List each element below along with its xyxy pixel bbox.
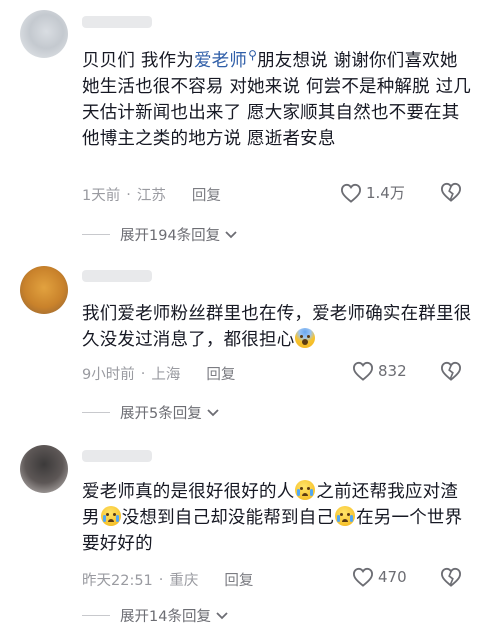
comment-text-part: 贝贝们 我作为 bbox=[82, 50, 194, 71]
comment-time: 昨天22:51 bbox=[82, 573, 153, 589]
comment-time: 9小时前 bbox=[82, 367, 135, 383]
like-count: 470 bbox=[378, 568, 407, 586]
divider-line bbox=[82, 615, 110, 616]
broken-heart-icon bbox=[440, 567, 462, 587]
comment-text-part: 爱老师真的是很好很好的人 bbox=[82, 482, 295, 502]
chevron-down-icon bbox=[225, 230, 237, 238]
reply-button[interactable]: 回复 bbox=[224, 569, 253, 590]
comment-location: 上海 bbox=[151, 367, 181, 383]
comment-meta: 9小时前 · 上海 回复 bbox=[82, 363, 235, 384]
heart-icon bbox=[352, 567, 374, 587]
username-blurred[interactable] bbox=[82, 270, 152, 282]
comment-text: 贝贝们 我作为爱老师⚲朋友想说 谢谢你们喜欢她 她生活也很不容易 对她来说 何尝… bbox=[82, 42, 474, 152]
comment-location: 重庆 bbox=[169, 573, 199, 589]
comment-text-part: 没想到自己却没能帮到自己 bbox=[121, 508, 335, 528]
divider-line bbox=[82, 412, 110, 413]
comment-meta: 1天前 · 江苏 回复 bbox=[82, 184, 221, 205]
separator-dot: · bbox=[126, 186, 131, 203]
comment-text: 我们爱老师粉丝群里也在传，爱老师确实在群里很久没发过消息了，都很担心 bbox=[82, 301, 474, 353]
search-icon: ⚲ bbox=[248, 48, 258, 62]
dislike-button[interactable] bbox=[440, 182, 462, 206]
broken-heart-icon bbox=[440, 361, 462, 381]
chevron-down-icon bbox=[207, 408, 219, 416]
avatar[interactable] bbox=[20, 266, 68, 314]
expand-replies-label: 展开5条回复 bbox=[120, 406, 202, 422]
username-blurred[interactable] bbox=[82, 16, 152, 28]
comment-time: 1天前 bbox=[82, 188, 121, 204]
like-count: 832 bbox=[378, 362, 407, 380]
expand-replies-button[interactable]: 展开14条回复 bbox=[82, 605, 229, 626]
like-button[interactable]: 470 bbox=[352, 567, 407, 587]
expand-replies-label: 展开194条回复 bbox=[120, 228, 221, 244]
heart-icon bbox=[340, 183, 362, 203]
comment-text-part: 我们爱老师粉丝群里也在传，爱老师确实在群里很久没发过消息了，都很担心 bbox=[82, 304, 472, 350]
username-blurred[interactable] bbox=[82, 450, 152, 462]
scared-emoji-icon bbox=[295, 328, 316, 348]
expand-replies-button[interactable]: 展开194条回复 bbox=[82, 224, 238, 245]
dislike-button[interactable] bbox=[440, 567, 462, 591]
crying-emoji-icon bbox=[295, 480, 316, 500]
crying-emoji-icon bbox=[100, 506, 121, 526]
crying-emoji-icon bbox=[335, 506, 356, 526]
avatar[interactable] bbox=[20, 10, 68, 58]
reply-button[interactable]: 回复 bbox=[206, 363, 235, 384]
dislike-button[interactable] bbox=[440, 361, 462, 385]
like-button[interactable]: 1.4万 bbox=[340, 182, 405, 203]
separator-dot: · bbox=[158, 571, 164, 588]
search-link[interactable]: 爱老师⚲ bbox=[193, 48, 258, 71]
avatar[interactable] bbox=[20, 445, 68, 493]
expand-replies-label: 展开14条回复 bbox=[120, 609, 211, 625]
like-button[interactable]: 832 bbox=[352, 361, 407, 381]
comment-meta: 昨天22:51 · 重庆 回复 bbox=[82, 569, 253, 590]
comment-location: 江苏 bbox=[136, 188, 166, 204]
expand-replies-button[interactable]: 展开5条回复 bbox=[82, 402, 220, 423]
chevron-down-icon bbox=[216, 611, 228, 619]
divider-line bbox=[82, 234, 110, 235]
separator-dot: · bbox=[140, 365, 146, 382]
like-count: 1.4万 bbox=[366, 184, 405, 202]
reply-button[interactable]: 回复 bbox=[192, 184, 221, 205]
comment-text: 爱老师真的是很好很好的人 之前还帮我应对渣男 没想到自己却没能帮到自己 在另一个世界要… bbox=[82, 479, 474, 557]
heart-icon bbox=[352, 361, 374, 381]
broken-heart-icon bbox=[440, 182, 462, 202]
search-link-label: 爱老师 bbox=[193, 50, 248, 71]
